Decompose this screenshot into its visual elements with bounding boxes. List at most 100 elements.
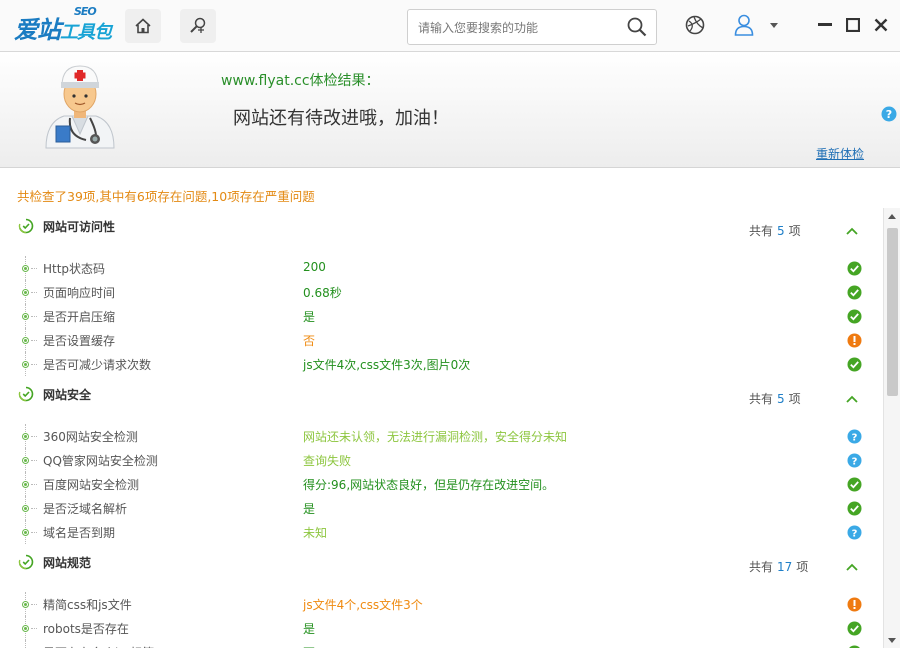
tree-node-icon <box>22 457 29 464</box>
user-dropdown-icon[interactable] <box>770 23 778 29</box>
question-icon[interactable]: ? <box>847 429 862 447</box>
check-ok-icon[interactable] <box>847 309 862 327</box>
check-item-value: 0.68秒 <box>303 286 342 300</box>
scroll-up-arrow[interactable] <box>888 214 896 219</box>
tools-button[interactable] <box>180 9 216 43</box>
section-header: 网站规范 共有 17 项 <box>0 544 882 592</box>
question-icon[interactable]: ? <box>847 525 862 543</box>
help-icon[interactable]: ? <box>881 106 897 122</box>
check-item-value: 是 <box>303 622 316 636</box>
collapse-chevron-icon[interactable] <box>846 560 858 574</box>
tree-node-icon <box>22 337 29 344</box>
logo-sub: 工具包 <box>60 22 112 43</box>
check-item-row: 域名是否到期 未知? <box>0 520 882 544</box>
check-item-label: 是否设置缓存 <box>43 334 116 348</box>
check-item-value: 网站还未认领，无法进行漏洞检测，安全得分未知 <box>303 430 568 444</box>
check-item-row: Http状态码 200 <box>0 256 882 280</box>
check-list: 网站可访问性 共有 5 项 Http状态码 200 页面响应时间 0.68秒 是否开启压缩是是否… <box>0 208 882 648</box>
count-prefix: 共有 <box>749 560 774 574</box>
search-input[interactable] <box>418 18 623 38</box>
svg-text:?: ? <box>886 108 892 121</box>
check-item-value: 是 <box>303 502 316 516</box>
recheck-link[interactable]: 重新体检 <box>816 145 864 162</box>
check-item-value: 否 <box>303 334 316 348</box>
section-count: 共有 5 项 <box>749 222 801 239</box>
check-section: 网站安全 共有 5 项 360网站安全检测 网站还未认领，无法进行漏洞检测，安全得分未知?… <box>0 376 882 544</box>
check-item-value: js文件4个,css文件3个 <box>303 598 423 612</box>
check-ok-icon[interactable] <box>847 621 862 639</box>
tree-node-icon <box>22 361 29 368</box>
tree-connector <box>31 340 37 341</box>
collapse-chevron-icon[interactable] <box>846 224 858 238</box>
tree-connector <box>31 628 37 629</box>
tree-node-icon <box>22 625 29 632</box>
tools-icon <box>190 17 206 33</box>
tree-node-icon <box>22 529 29 536</box>
tree-node-icon <box>22 481 29 488</box>
check-section: 网站可访问性 共有 5 项 Http状态码 200 页面响应时间 0.68秒 是否开启压缩 是是否… <box>0 208 882 376</box>
collapse-chevron-icon[interactable] <box>846 392 858 406</box>
check-item-value: 200 <box>303 260 326 274</box>
warning-icon[interactable] <box>847 597 862 615</box>
doctor-avatar <box>45 65 115 149</box>
tree-node-icon <box>22 505 29 512</box>
check-item-value: 得分:96,网站状态良好，但是仍存在改进空间。 <box>303 478 555 492</box>
svg-text:?: ? <box>852 433 858 444</box>
check-item-value: 否 <box>303 644 315 648</box>
tree-line <box>25 640 26 648</box>
check-item-value: 查询失败 <box>303 454 352 468</box>
maximize-icon[interactable] <box>846 18 860 32</box>
check-item-value: 未知 <box>303 526 328 540</box>
question-icon[interactable]: ? <box>847 453 862 471</box>
check-item-row: 精简css和js文件 js文件4个,css文件3个 <box>0 592 882 616</box>
check-item-label: 360网站安全检测 <box>43 430 138 444</box>
section-status-icon <box>18 218 34 237</box>
section-title: 网站可访问性 <box>43 220 116 234</box>
check-ok-icon[interactable] <box>847 285 862 303</box>
tree-connector <box>31 508 37 509</box>
check-item-row: 是否可减少请求次数 js文件4次,css文件3次,图片0次 <box>0 352 882 376</box>
home-button[interactable] <box>125 9 161 43</box>
check-item-label: 是否可减少请求次数 <box>43 358 152 372</box>
check-item-label: QQ管家网站安全检测 <box>43 454 158 468</box>
warning-icon[interactable] <box>847 333 862 351</box>
tree-connector <box>31 436 37 437</box>
search-icon[interactable] <box>626 16 648 38</box>
user-icon[interactable] <box>733 13 755 37</box>
minimize-icon[interactable] <box>818 23 832 27</box>
check-item-row: 是否存在多个h1标签 否 <box>0 640 882 648</box>
tree-connector <box>31 316 37 317</box>
check-item-label: Http状态码 <box>43 262 106 276</box>
scroll-thumb[interactable] <box>887 228 898 396</box>
count-suffix: 项 <box>788 224 801 238</box>
scroll-down-arrow[interactable] <box>888 638 896 643</box>
tree-node-icon <box>22 433 29 440</box>
tree-connector <box>31 460 37 461</box>
count-number: 5 <box>777 392 785 406</box>
section-count: 共有 5 项 <box>749 390 801 407</box>
check-item-label: 百度网站安全检测 <box>43 478 140 492</box>
check-item-row: 是否设置缓存 否 <box>0 328 882 352</box>
check-item-label: 是否开启压缩 <box>43 310 116 324</box>
verdict-text: 网站还有待改进哦，加油！ <box>233 108 449 129</box>
scrollbar[interactable] <box>883 208 900 648</box>
check-ok-icon[interactable] <box>847 261 862 279</box>
close-icon[interactable] <box>874 18 888 32</box>
skin-icon[interactable] <box>684 14 706 36</box>
count-number: 5 <box>777 224 785 238</box>
logo-text: 爱站 <box>14 16 61 44</box>
count-number: 17 <box>777 560 793 574</box>
count-prefix: 共有 <box>749 392 774 406</box>
section-status-icon <box>18 554 34 573</box>
check-item-label: 域名是否到期 <box>43 526 116 540</box>
count-prefix: 共有 <box>749 224 774 238</box>
check-item-value: js文件4次,css文件3次,图片0次 <box>303 358 471 372</box>
check-ok-icon[interactable] <box>847 357 862 375</box>
check-ok-icon[interactable] <box>847 477 862 495</box>
check-ok-icon[interactable] <box>847 501 862 519</box>
tree-node-icon <box>22 289 29 296</box>
check-item-label: 是否泛域名解析 <box>43 502 128 516</box>
tree-node-icon <box>22 265 29 272</box>
check-item-label: 是否存在多个h1标签 <box>43 644 154 648</box>
tree-connector <box>31 292 37 293</box>
